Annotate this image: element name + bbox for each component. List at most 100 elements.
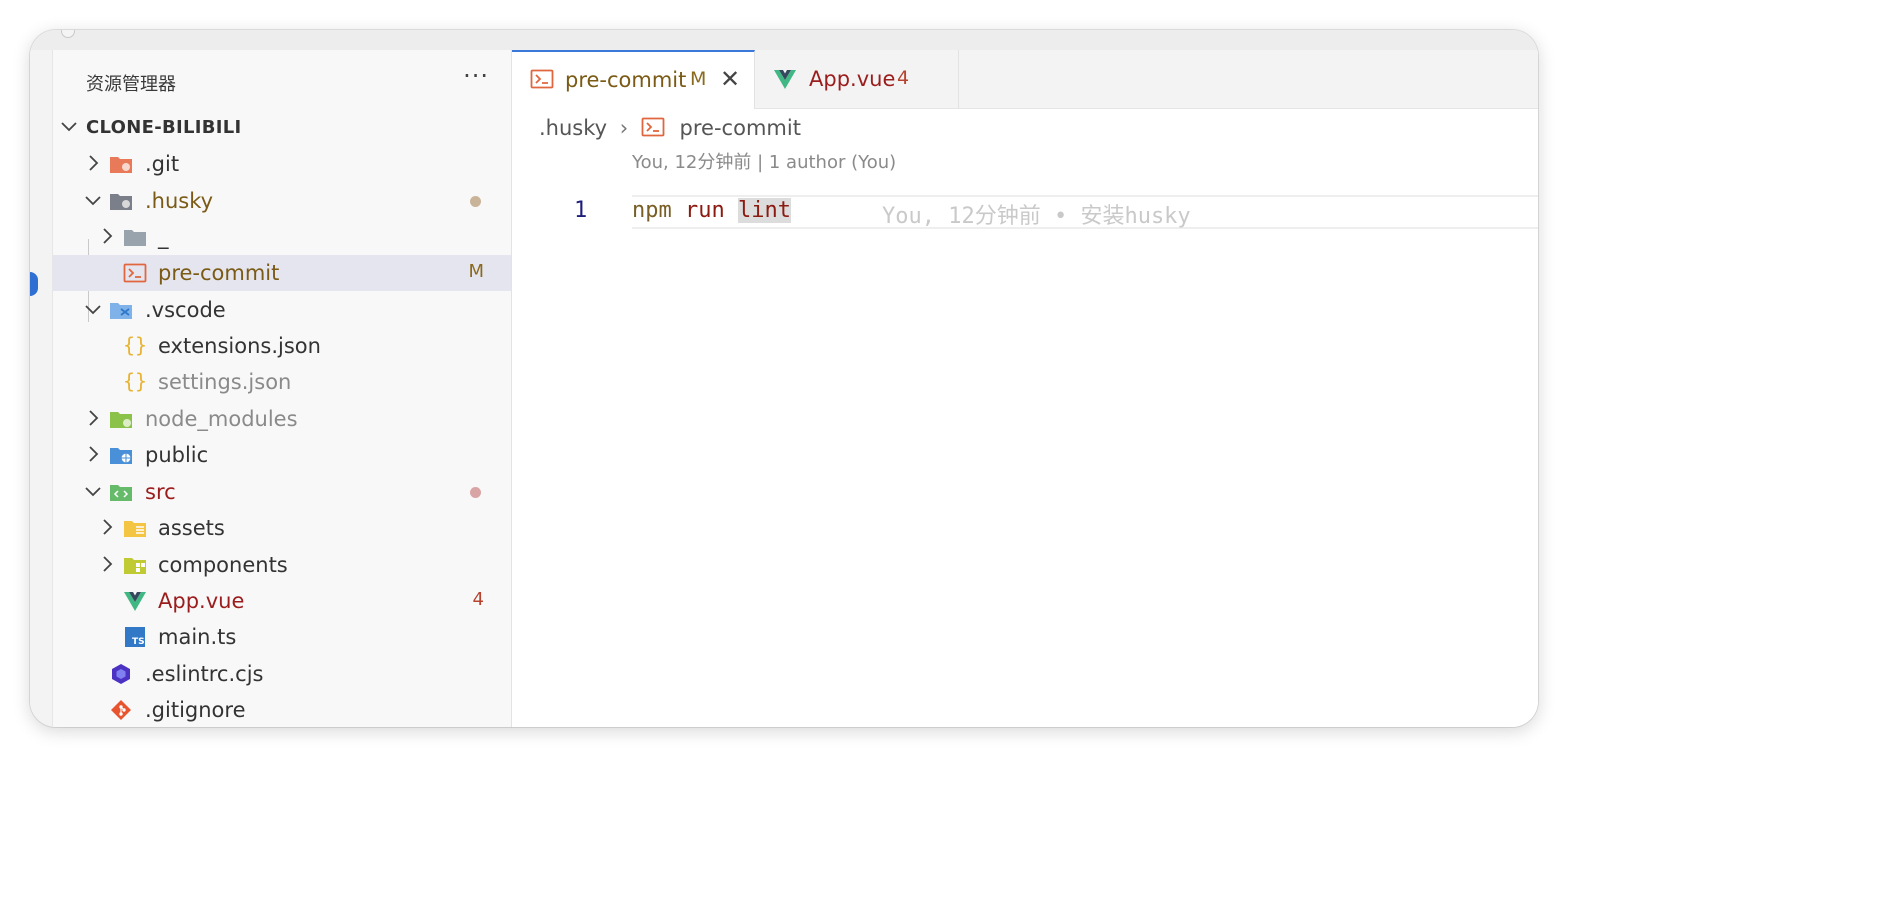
chevron-right-icon [83,153,103,177]
tree-item-git[interactable]: .git [53,146,511,182]
src-folder-icon [109,481,133,503]
tree-item-label: _ [158,225,169,249]
tab-app-vue[interactable]: App.vue 4 [755,50,959,108]
tree-item-node-modules[interactable]: node_modules [53,401,511,437]
tree-item-label: public [145,443,209,467]
breadcrumb-folder[interactable]: .husky [539,116,607,140]
tab-label: pre-commit [565,68,687,92]
tree-item-label: extensions.json [158,334,321,358]
activity-bar: ) · ] · ) [30,50,53,727]
tree-item-label: App.vue [158,589,245,613]
explorer-header: 资源管理器 ··· [53,50,511,106]
code-token-command: npm [632,198,672,223]
code-line[interactable]: npm run lint [632,198,791,223]
tree-item-label: src [145,480,176,504]
terminal-file-icon [123,262,147,284]
close-icon[interactable]: ✕ [720,67,740,91]
modified-dot [470,196,481,207]
chevron-down-icon [83,190,103,214]
svg-text:TS: TS [132,637,145,647]
explorer-title: 资源管理器 [86,74,176,95]
assets-folder-icon [123,517,147,539]
tab-pre-commit[interactable]: pre-commit M ✕ [512,50,755,109]
tab-label: App.vue [809,67,896,91]
terminal-file-icon [530,68,554,94]
tree-item-settings-json[interactable]: {} settings.json [53,364,511,400]
chevron-right-icon [83,408,103,432]
more-actions-icon[interactable]: ··· [463,62,489,90]
tree-item-eslintrc[interactable]: .eslintrc.cjs [53,656,511,692]
breadcrumb-file[interactable]: pre-commit [680,116,801,140]
problems-badge: 4 [897,67,910,89]
tree-item-public[interactable]: public [53,437,511,473]
modified-badge: M [690,68,707,90]
activity-icon-account[interactable]: ) [30,658,34,672]
git-folder-icon [109,153,133,175]
tree-item-app-vue[interactable]: App.vue 4 [53,583,511,619]
chevron-right-icon [97,554,117,578]
tree-item-assets[interactable]: assets [53,510,511,546]
breadcrumb-separator-icon: › [619,116,629,140]
workspace-root-label: CLONE-BILIBILI [86,117,242,138]
workspace-root[interactable]: CLONE-BILIBILI [53,110,511,144]
tree-item-label: node_modules [145,407,298,431]
tree-item-main-ts[interactable]: TS main.ts [53,619,511,655]
modified-badge: M [468,261,484,282]
tree-item-husky[interactable]: .husky [53,183,511,219]
activity-icon-extensions[interactable]: ] [30,410,34,424]
editor-area: pre-commit M ✕ App.vue 4 .husky › pre-co… [512,50,1538,727]
vscode-folder-icon [109,299,133,321]
tree-item-label: pre-commit [158,261,280,285]
json-file-icon: {} [123,369,148,393]
inline-blame-annotation: You, 12分钟前 • 安装husky [882,204,1191,229]
git-file-icon [109,699,133,721]
tree-item-components[interactable]: components [53,547,511,583]
tree-item-label: .eslintrc.cjs [145,662,264,686]
error-dot [470,487,481,498]
activity-icon-source-control[interactable] [30,272,38,296]
chevron-right-icon [97,226,117,250]
chevron-down-icon [59,116,79,140]
window-control[interactable] [61,30,75,38]
activity-icon-explorer[interactable]: ) [30,174,34,188]
chevron-down-icon [83,481,103,505]
tree-item-src[interactable]: src [53,474,511,510]
vscode-window: ) · ] · ) 资源管理器 ··· CLONE-BILIBILI .git [30,30,1538,727]
vue-file-icon [123,590,147,612]
tree-item-label: .vscode [145,298,226,322]
line-number: 1 [574,198,588,223]
problems-badge: 4 [472,589,484,610]
tree-item-label: settings.json [158,370,292,394]
tree-item-label: components [158,553,288,577]
tree-item-label: main.ts [158,625,237,649]
tree-item-label: assets [158,516,225,540]
title-bar [30,30,1538,51]
tree-item-pre-commit[interactable]: pre-commit M [53,255,511,291]
components-folder-icon [123,554,147,576]
tree-item-extensions-json[interactable]: {} extensions.json [53,328,511,364]
breadcrumb: .husky › pre-commit [539,116,801,146]
husky-folder-icon [109,190,133,212]
code-token-argument: run [685,198,725,223]
node-folder-icon [109,408,133,430]
activity-icon-remote[interactable]: · [30,500,34,514]
chevron-right-icon [97,517,117,541]
tree-item-label: .husky [145,189,214,213]
tree-item-label: .git [145,152,180,176]
chevron-right-icon [83,444,103,468]
tree-item-vscode[interactable]: .vscode [53,292,511,328]
tree-item-underscore[interactable]: _ [53,219,511,255]
code-token-highlighted: lint [738,198,791,223]
tree-item-label: .gitignore [145,698,246,722]
activity-icon-run[interactable]: · [30,340,34,354]
chevron-down-icon [83,299,103,323]
terminal-file-icon [641,116,665,143]
tab-bar: pre-commit M ✕ App.vue 4 [512,50,1538,109]
eslint-file-icon [109,663,133,685]
tree-item-gitignore[interactable]: .gitignore [53,692,511,727]
json-file-icon: {} [123,333,148,357]
git-blame-codelens[interactable]: You, 12分钟前 | 1 author (You) [632,148,896,174]
explorer-sidebar: 资源管理器 ··· CLONE-BILIBILI .git .husky _ p… [53,50,512,727]
vue-file-icon [773,68,797,94]
typescript-file-icon: TS [123,626,147,648]
